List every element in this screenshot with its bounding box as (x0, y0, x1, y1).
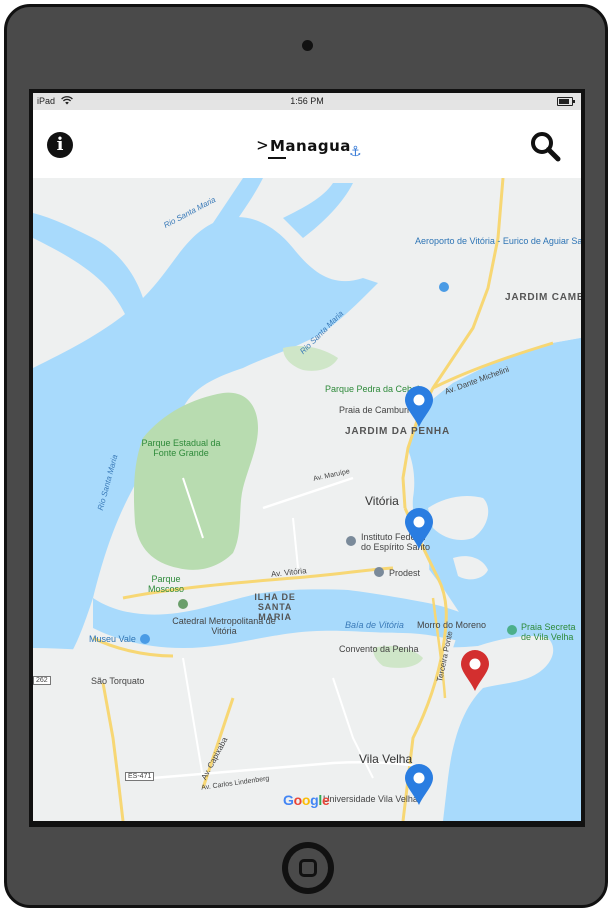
map-base (33, 178, 581, 821)
battery-icon (557, 97, 575, 106)
title-caret: > (257, 135, 268, 156)
map-label-vitoria: Vitória (365, 494, 399, 508)
marker-2[interactable] (404, 508, 434, 550)
map-label-es471: ES-471 (125, 772, 155, 781)
map-label-praia-camburi: Praia de Camburi (339, 405, 410, 415)
page-title: Managua (270, 137, 351, 155)
map-label-praia-secreta: Praia Secreta de Vila Velha (521, 622, 576, 642)
map-label-sao-torquato: São Torquato (91, 676, 145, 686)
map-label-baia-vitoria: Baía de Vitória (345, 620, 404, 630)
map-label-jardim-da-penha: JARDIM DA PENHA (345, 426, 450, 437)
map-view[interactable]: Aeroporto de Vitória - Eurico de Aguiar … (33, 178, 581, 821)
map-label-parque-estadual: Parque Estadual da Fonte Grande (141, 438, 221, 458)
status-bar: iPad 1:56 PM (33, 93, 581, 110)
title-underline (268, 157, 286, 159)
map-label-prodest: Prodest (389, 568, 421, 578)
info-icon[interactable]: i (47, 132, 73, 158)
map-label-jardim-camburi: JARDIM CAMBURI (505, 292, 581, 303)
marker-1[interactable] (404, 386, 434, 428)
prodest-icon[interactable] (374, 567, 384, 577)
map-label-museu-vale: Museu Vale (89, 634, 136, 644)
top-navigation-bar: i > Managua ⚓ (33, 110, 581, 178)
google-logo: Google (283, 792, 330, 808)
airport-icon[interactable] (439, 282, 449, 292)
map-label-route-262: 262 (33, 676, 51, 685)
museum-icon[interactable] (140, 634, 150, 644)
home-button-square (299, 859, 317, 877)
school-icon[interactable] (346, 536, 356, 546)
map-label-airport: Aeroporto de Vitória - Eurico de Aguiar … (415, 236, 581, 246)
map-label-convento: Convento da Penha (339, 644, 419, 654)
park-icon[interactable] (178, 599, 188, 609)
map-label-catedral: Catedral Metropolitana de Vitória (172, 616, 276, 636)
search-icon[interactable] (529, 130, 561, 162)
beach-icon[interactable] (507, 625, 517, 635)
marker-3[interactable] (460, 650, 490, 692)
front-camera (302, 40, 313, 51)
map-label-parque-moscoso: Parque Moscoso (147, 574, 184, 594)
anchor-icon: ⚓ (349, 144, 362, 160)
home-button[interactable] (282, 842, 334, 894)
map-label-morro-moreno: Morro do Moreno (417, 620, 487, 630)
marker-4[interactable] (404, 764, 434, 806)
status-time: 1:56 PM (290, 96, 324, 106)
